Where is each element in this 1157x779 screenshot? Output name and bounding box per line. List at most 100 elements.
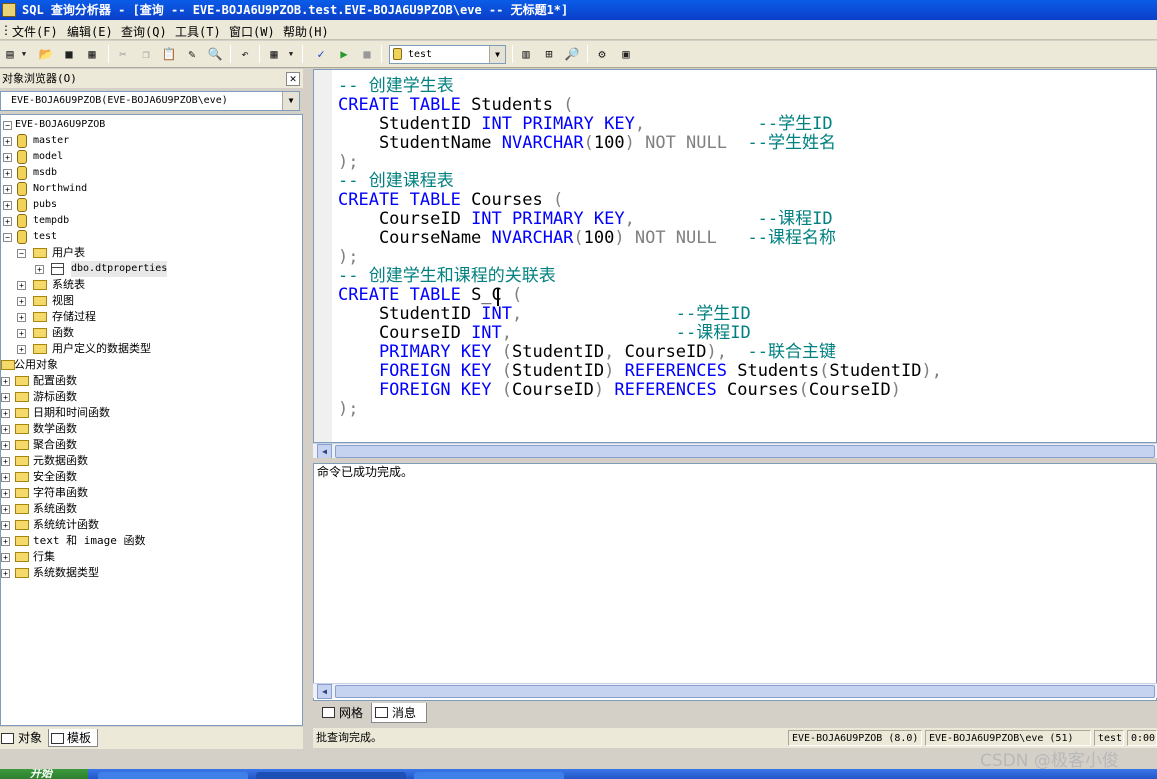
code-token: ) NOT NULL <box>624 133 727 153</box>
expand-icon[interactable]: + <box>1 553 10 562</box>
expand-icon[interactable]: + <box>1 473 10 482</box>
expand-icon[interactable]: + <box>17 345 26 354</box>
expand-icon[interactable]: + <box>1 505 10 514</box>
code-token: StudentID <box>338 304 482 324</box>
app-icon <box>2 3 16 17</box>
database-select-value: test <box>408 49 433 60</box>
tab-messages[interactable]: 消息 <box>371 703 427 723</box>
scroll-left-icon[interactable]: ◀ <box>317 444 332 459</box>
tab-templates[interactable]: 模板 <box>48 729 98 747</box>
open-icon[interactable]: 📂 <box>38 46 54 62</box>
scrollbar-thumb[interactable] <box>335 445 1155 458</box>
close-icon[interactable]: ✕ <box>286 72 300 86</box>
expand-icon[interactable]: + <box>3 153 12 162</box>
expand-icon[interactable]: + <box>1 425 10 434</box>
expand-icon[interactable]: + <box>1 537 10 546</box>
collapse-icon[interactable]: − <box>3 121 12 130</box>
insert-template-icon[interactable]: ▦ <box>84 46 100 62</box>
undo-icon[interactable]: ↶ <box>237 46 253 62</box>
expand-icon[interactable]: + <box>1 521 10 530</box>
show-results-icon[interactable]: ▣ <box>618 46 634 62</box>
expand-icon[interactable]: + <box>3 217 12 226</box>
expand-icon[interactable]: + <box>17 329 26 338</box>
menu-window[interactable]: 窗口(W) <box>229 23 275 40</box>
expand-icon[interactable]: + <box>1 441 10 450</box>
execute-icon[interactable]: ▶ <box>336 46 352 62</box>
code-token: ); <box>338 399 359 419</box>
new-query-icon[interactable]: ▤ <box>2 46 18 62</box>
expand-icon[interactable]: + <box>17 281 26 290</box>
code-line: StudentID INT PRIMARY KEY, --学生ID <box>338 115 833 134</box>
toolbar: ▤ ▼ 📂 ■ ▦ ✂ ❐ 📋 ✎ 🔍 ↶ ▦ ▼ ✓ ▶ ■ test ▼ ▥… <box>0 41 1157 68</box>
taskbar-button[interactable] <box>414 772 564 779</box>
show-plan-icon[interactable]: 🔎 <box>564 46 580 62</box>
find-icon[interactable]: 🔍 <box>207 46 223 62</box>
code-token: 100 <box>593 133 625 153</box>
options-icon[interactable]: ⚙ <box>594 46 610 62</box>
copy-icon[interactable]: ❐ <box>138 46 154 62</box>
expand-icon[interactable]: + <box>1 409 10 418</box>
save-icon[interactable]: ■ <box>61 46 77 62</box>
expand-icon[interactable]: + <box>1 457 10 466</box>
new-dropdown-icon[interactable]: ▼ <box>20 46 28 62</box>
expand-icon[interactable]: + <box>17 297 26 306</box>
tab-grid[interactable]: 网格 <box>319 703 367 723</box>
collapse-icon[interactable]: − <box>17 249 26 258</box>
results-dropdown-icon[interactable]: ▼ <box>287 46 295 62</box>
expand-icon[interactable]: + <box>17 313 26 322</box>
code-token: CourseID <box>624 342 707 362</box>
folder-icon <box>33 344 47 354</box>
server-combo[interactable]: EVE-BOJA6U9PZOB(EVE-BOJA6U9PZOB\eve) ▼ <box>0 91 300 111</box>
menu-query[interactable]: 查询(Q) <box>121 23 167 40</box>
collapse-icon[interactable]: − <box>3 233 12 242</box>
parse-icon[interactable]: ✓ <box>313 46 329 62</box>
expand-icon[interactable]: + <box>1 393 10 402</box>
code-token: CREATE TABLE <box>338 95 461 115</box>
scrollbar-thumb[interactable] <box>335 685 1155 698</box>
code-token: CourseID <box>808 380 891 400</box>
code-token: ), <box>706 342 727 362</box>
results-hscrollbar[interactable]: ◀ <box>313 683 1157 699</box>
expand-icon[interactable]: + <box>1 569 10 578</box>
code-token: ) <box>890 380 902 400</box>
tab-objects[interactable]: 对象 <box>0 729 44 747</box>
chevron-down-icon[interactable]: ▼ <box>489 46 505 63</box>
code-token: INT <box>481 304 513 324</box>
cut-icon[interactable]: ✂ <box>115 46 131 62</box>
paste-icon[interactable]: 📋 <box>161 46 177 62</box>
object-browser-tabs: 对象 模板 <box>0 727 303 749</box>
stop-icon[interactable]: ■ <box>359 46 375 62</box>
clear-icon[interactable]: ✎ <box>184 46 200 62</box>
query-editor[interactable]: -- 创建学生表 CREATE TABLE Students ( StudentI… <box>313 69 1157 443</box>
expand-icon[interactable]: + <box>35 265 44 274</box>
code-line: ); <box>338 248 358 267</box>
scroll-left-icon[interactable]: ◀ <box>317 684 332 699</box>
folder-icon <box>15 456 29 466</box>
menu-help[interactable]: 帮助(H) <box>283 23 329 40</box>
expand-icon[interactable]: + <box>3 185 12 194</box>
expand-icon[interactable]: + <box>1 377 10 386</box>
start-button[interactable]: 开始 <box>0 769 88 779</box>
results-mode-icon[interactable]: ▦ <box>266 46 282 62</box>
expand-icon[interactable]: + <box>1 489 10 498</box>
menu-file[interactable]: 文件(F) <box>12 23 58 40</box>
code-token: CREATE TABLE <box>338 285 461 305</box>
expand-icon[interactable]: + <box>3 201 12 210</box>
object-browser-header: 对象浏览器(O) <box>0 69 303 88</box>
expand-icon[interactable]: + <box>3 137 12 146</box>
object-browser-icon[interactable]: ▥ <box>518 46 534 62</box>
database-select[interactable]: test ▼ <box>389 45 506 64</box>
expand-icon[interactable]: + <box>3 169 12 178</box>
taskbar-button[interactable] <box>98 772 248 779</box>
taskbar-button[interactable] <box>256 772 406 779</box>
object-search-icon[interactable]: ⊞ <box>541 46 557 62</box>
code-token: ); <box>338 247 359 267</box>
menu-edit[interactable]: 编辑(E) <box>67 23 113 40</box>
code-line: -- 创建课程表 <box>338 172 454 191</box>
chevron-down-icon[interactable]: ▼ <box>282 92 299 110</box>
vertical-splitter[interactable] <box>303 69 313 749</box>
menu-bar: ⋮ 文件(F) 编辑(E) 查询(Q) 工具(T) 窗口(W) 帮助(H) <box>0 20 1157 40</box>
editor-hscrollbar[interactable]: ◀ <box>313 443 1157 459</box>
menu-tools[interactable]: 工具(T) <box>175 23 221 40</box>
